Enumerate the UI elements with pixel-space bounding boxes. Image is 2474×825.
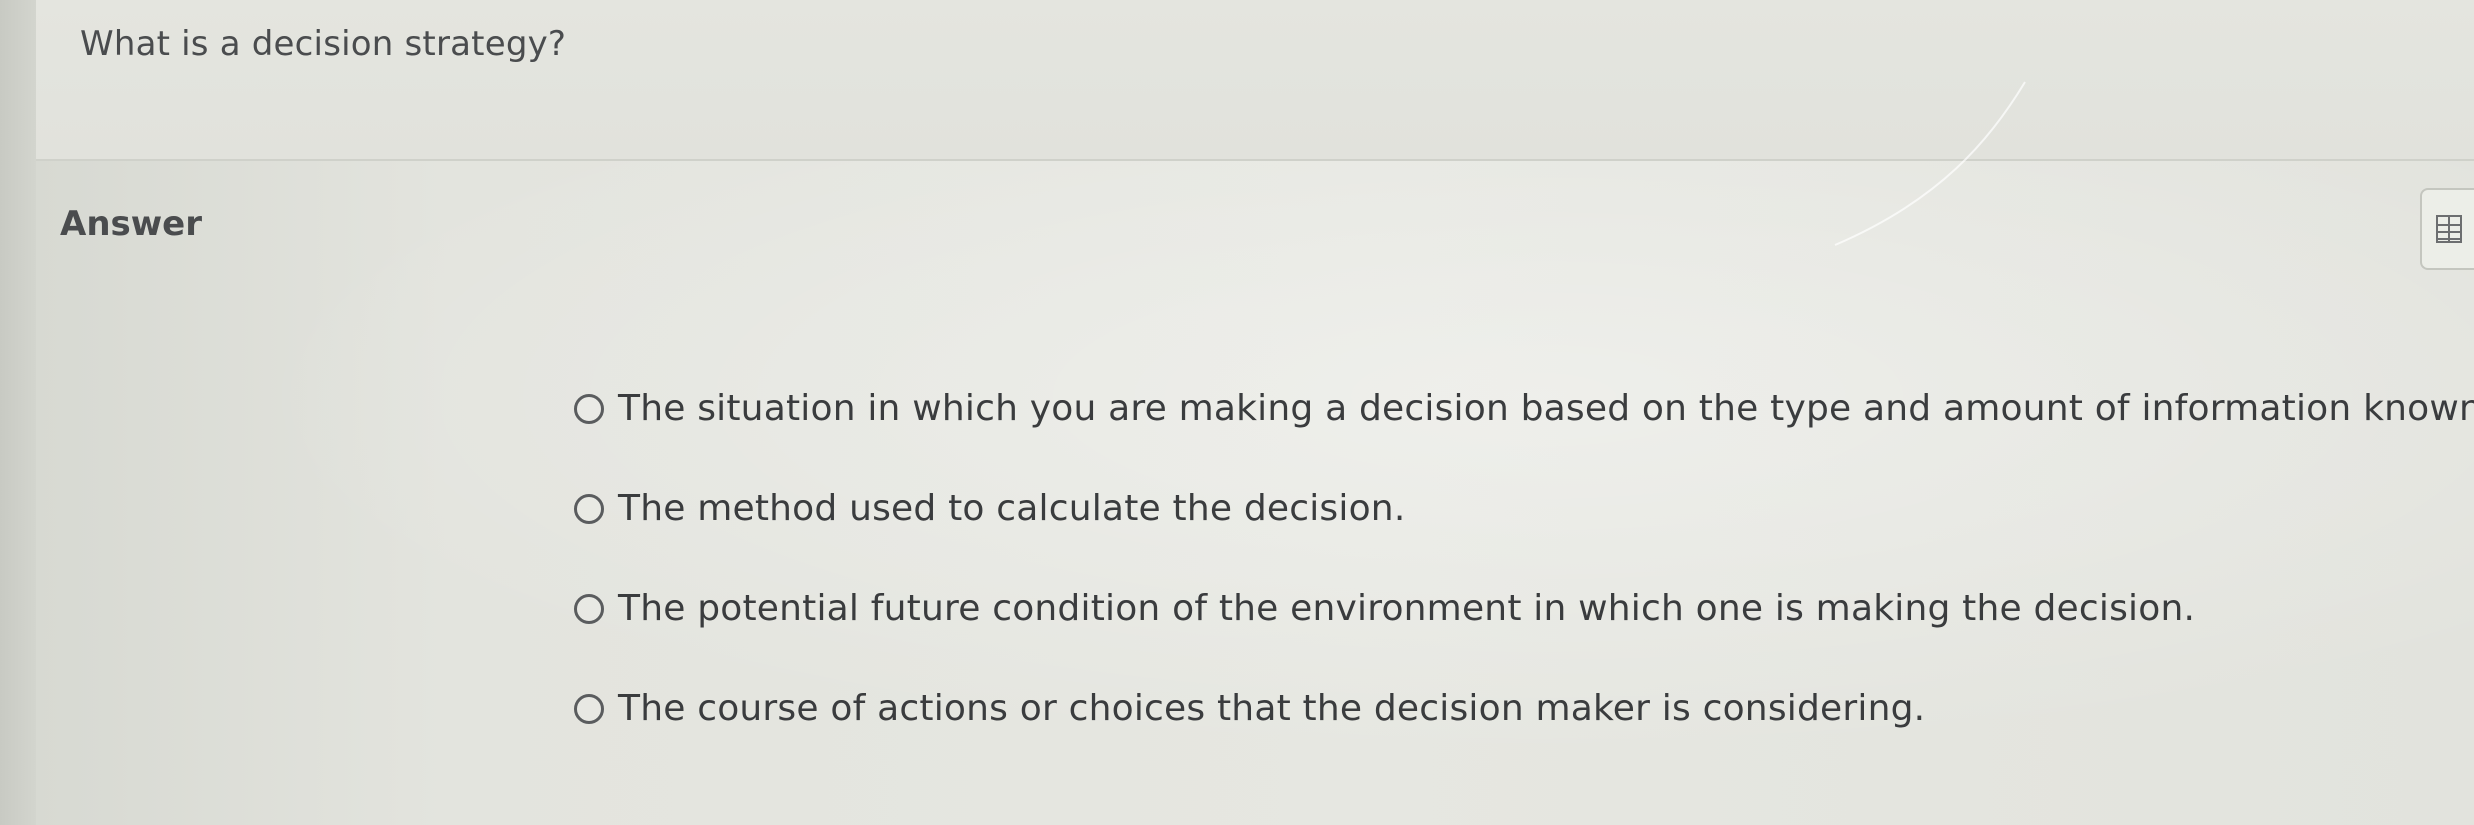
- divider: [36, 159, 2474, 161]
- option-label: The potential future condition of the en…: [618, 588, 2196, 629]
- quiz-screen: What is a decision strategy? Answer The …: [0, 0, 2474, 825]
- radio-button[interactable]: [574, 393, 604, 424]
- option-label: The course of actions or choices that th…: [618, 688, 1926, 729]
- answer-option-3[interactable]: The potential future condition of the en…: [574, 588, 2195, 629]
- answer-option-2[interactable]: The method used to calculate the decisio…: [574, 488, 1405, 529]
- option-label: The situation in which you are making a …: [618, 388, 2474, 429]
- answer-option-1[interactable]: The situation in which you are making a …: [574, 388, 2474, 429]
- option-label: The method used to calculate the decisio…: [618, 488, 1406, 529]
- answer-option-4[interactable]: The course of actions or choices that th…: [574, 688, 1925, 729]
- left-edge: [0, 0, 36, 825]
- question-text: What is a decision strategy?: [80, 24, 567, 64]
- answer-label: Answer: [60, 204, 202, 244]
- table-icon: [2436, 215, 2462, 243]
- radio-button[interactable]: [574, 493, 604, 524]
- radio-button[interactable]: [574, 593, 604, 624]
- radio-button[interactable]: [574, 693, 604, 724]
- table-tool-button[interactable]: [2420, 188, 2474, 270]
